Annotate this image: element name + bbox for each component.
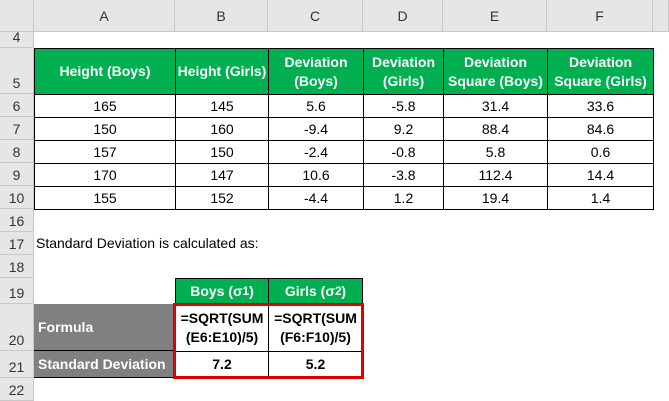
table-cell[interactable]: -3.8 [363, 163, 444, 187]
boys-close: ) [249, 283, 254, 300]
table-cell[interactable]: 10.6 [268, 163, 364, 187]
column-header-C[interactable]: C [268, 0, 363, 32]
table-header: Deviation Square (Girls) [547, 48, 654, 95]
row-header-9[interactable]: 9 [0, 163, 34, 186]
row-header-19[interactable]: 19 [0, 278, 34, 304]
table-cell[interactable]: 31.4 [443, 94, 548, 118]
table-cell[interactable]: 157 [34, 140, 176, 164]
row-header-16[interactable]: 16 [0, 209, 34, 232]
boys-sigma-header: Boys (σ 1) [175, 278, 269, 305]
column-header-D[interactable]: D [363, 0, 443, 32]
formula-label: Formula [34, 304, 175, 351]
table-cell[interactable]: 147 [175, 163, 269, 187]
row-header-17[interactable]: 17 [0, 232, 34, 255]
sd-note: Standard Deviation is calculated as: [36, 235, 259, 252]
table-cell[interactable]: 150 [175, 140, 269, 164]
column-header-A[interactable]: A [34, 0, 175, 32]
sd-label: Standard Deviation [34, 351, 175, 378]
table-cell[interactable]: 0.6 [547, 140, 654, 164]
column-header-empty[interactable] [653, 0, 669, 32]
table-cell[interactable]: -0.8 [363, 140, 444, 164]
row-header-5[interactable]: 5 [0, 48, 34, 94]
row-header-4[interactable]: 4 [0, 29, 34, 48]
table-cell[interactable]: 155 [34, 186, 176, 210]
table-header: Height (Girls) [175, 48, 269, 95]
row-header-8[interactable]: 8 [0, 140, 34, 163]
table-header: Height (Boys) [34, 48, 176, 95]
column-header-E[interactable]: E [443, 0, 547, 32]
table-cell[interactable]: 9.2 [363, 117, 444, 141]
table-cell[interactable]: 150 [34, 117, 176, 141]
select-all-corner[interactable] [0, 0, 34, 32]
boys-header-text: Boys (σ [190, 283, 243, 300]
table-cell[interactable]: 5.6 [268, 94, 364, 118]
table-cell[interactable]: 112.4 [443, 163, 548, 187]
table-cell[interactable]: 160 [175, 117, 269, 141]
row-header-22[interactable]: 22 [0, 378, 34, 401]
girls-sigma-header: Girls (σ 2) [268, 278, 363, 305]
table-cell[interactable]: 152 [175, 186, 269, 210]
table-header: Deviation (Boys) [268, 48, 364, 95]
table-header: Deviation Square (Boys) [443, 48, 548, 95]
row-header-6[interactable]: 6 [0, 94, 34, 117]
table-cell[interactable]: -5.8 [363, 94, 444, 118]
table-cell[interactable]: 19.4 [443, 186, 548, 210]
table-cell[interactable]: 14.4 [547, 163, 654, 187]
table-cell[interactable]: -4.4 [268, 186, 364, 210]
table-cell[interactable]: 88.4 [443, 117, 548, 141]
table-cell[interactable]: 84.6 [547, 117, 654, 141]
table-cell[interactable]: 170 [34, 163, 176, 187]
column-header-B[interactable]: B [175, 0, 268, 32]
table-cell[interactable]: 33.6 [547, 94, 654, 118]
table-cell[interactable]: -2.4 [268, 140, 364, 164]
row-header-20[interactable]: 20 [0, 304, 34, 351]
table-cell[interactable]: 5.8 [443, 140, 548, 164]
table-header: Deviation (Girls) [363, 48, 444, 95]
table-cell[interactable]: 1.4 [547, 186, 654, 210]
row-header-21[interactable]: 21 [0, 351, 34, 378]
girls-close: ) [341, 283, 347, 300]
row-header-7[interactable]: 7 [0, 117, 34, 140]
girls-header-text: Girls (σ [284, 283, 335, 300]
table-cell[interactable]: 1.2 [363, 186, 444, 210]
column-header-F[interactable]: F [547, 0, 653, 32]
table-cell[interactable]: 165 [34, 94, 176, 118]
row-header-10[interactable]: 10 [0, 186, 34, 209]
highlight-border [173, 303, 364, 379]
table-cell[interactable]: 145 [175, 94, 269, 118]
row-header-18[interactable]: 18 [0, 255, 34, 278]
table-cell[interactable]: -9.4 [268, 117, 364, 141]
